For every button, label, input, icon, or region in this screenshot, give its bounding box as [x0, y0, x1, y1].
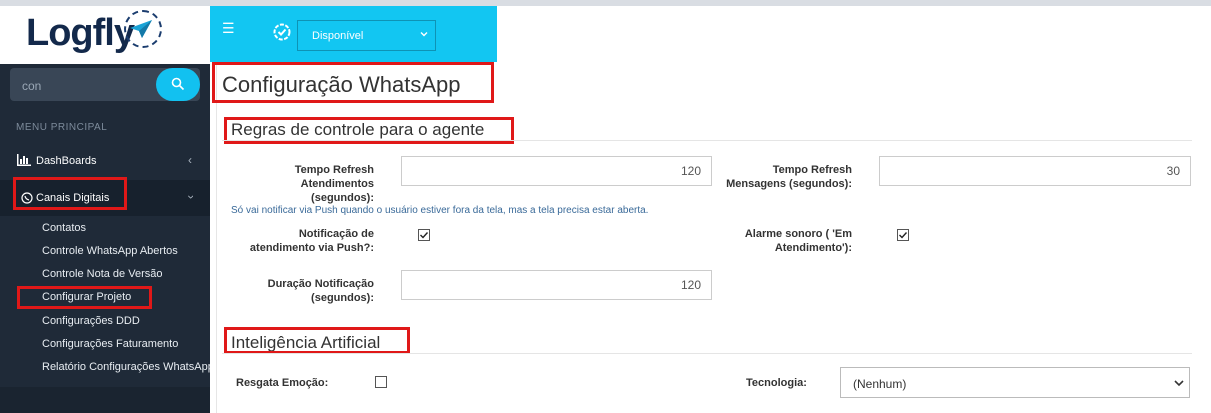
push-hint-text: Só vai notificar via Push quando o usuár…	[231, 205, 649, 216]
label-line: Tempo Refresh	[294, 164, 374, 176]
logo-area: Logfly	[0, 6, 210, 64]
paper-plane-icon	[130, 20, 152, 38]
logo: Logfly	[26, 12, 135, 54]
search-box	[10, 68, 200, 101]
sidebar-item-label: DashBoards	[36, 155, 97, 167]
label-line: (segundos):	[311, 292, 374, 304]
label-line: Atendimentos	[300, 178, 374, 190]
label-line: Tempo Refresh	[772, 164, 852, 176]
section-divider	[222, 353, 1192, 354]
duracao-notificacao-input[interactable]	[401, 270, 712, 300]
label-line: Duração Notificação	[267, 278, 374, 290]
chevron-down-icon	[1174, 380, 1184, 387]
alarme-sonoro-checkbox[interactable]	[897, 229, 909, 241]
resgata-emocao-label: Resgata Emoção:	[236, 377, 329, 389]
push-notification-label: Notificação de atendimento via Push?:	[230, 227, 374, 255]
refresh-mensagens-input[interactable]	[879, 156, 1191, 186]
submenu-item-configuracoes-ddd[interactable]: Configurações DDD	[42, 315, 140, 327]
sidebar-item-dashboards[interactable]: DashBoards ‹	[0, 143, 210, 179]
sidebar-bottom	[0, 387, 210, 413]
label-line: Alarme sonoro ( 'Em	[744, 228, 852, 240]
label-line: Atendimento'):	[774, 242, 852, 254]
status-select[interactable]: Disponível	[297, 20, 436, 51]
checkmark-icon	[420, 232, 429, 239]
resgata-emocao-checkbox[interactable]	[375, 376, 387, 388]
submenu-item-controle-nota[interactable]: Controle Nota de Versão	[42, 268, 162, 280]
refresh-atendimentos-label: Tempo Refresh Atendimentos (segundos):	[240, 163, 374, 205]
chevron-left-icon: ‹	[188, 153, 192, 167]
checkmark-icon	[899, 232, 908, 239]
search-button[interactable]	[156, 68, 200, 101]
menu-header: MENU PRINCIPAL	[16, 122, 108, 133]
hamburger-menu-icon[interactable]: ☰	[222, 20, 235, 37]
duracao-notificacao-label: Duração Notificação (segundos):	[230, 277, 374, 305]
highlight-box	[212, 62, 494, 103]
search-input[interactable]	[20, 76, 154, 96]
highlight-box	[224, 327, 410, 354]
chevron-down-icon: ‹	[183, 195, 197, 199]
submenu-item-contatos[interactable]: Contatos	[42, 222, 86, 234]
label-line: atendimento via Push?:	[249, 242, 374, 254]
chevron-down-icon	[420, 32, 428, 37]
search-icon	[171, 77, 185, 91]
highlight-box	[13, 177, 127, 210]
tecnologia-label: Tecnologia:	[746, 377, 807, 389]
refresh-mensagens-label: Tempo Refresh Mensagens (segundos):	[712, 163, 852, 191]
refresh-atendimentos-input[interactable]	[401, 156, 712, 186]
section-divider	[222, 140, 1192, 141]
submenu-item-relatorio[interactable]: Relatório Configurações WhatsApp	[42, 361, 210, 373]
alarme-sonoro-label: Alarme sonoro ( 'Em Atendimento'):	[712, 227, 852, 255]
submenu-item-configuracoes-faturamento[interactable]: Configurações Faturamento	[42, 338, 178, 350]
tecnologia-select[interactable]: (Nenhum)	[840, 367, 1190, 398]
top-header-bar: ☰ Disponível	[210, 6, 497, 62]
tecnologia-select-value: (Nenhum)	[853, 377, 907, 391]
status-select-value: Disponível	[312, 30, 364, 42]
bar-chart-icon	[17, 154, 31, 166]
label-line: Mensagens (segundos):	[726, 178, 852, 190]
push-notification-checkbox[interactable]	[418, 229, 430, 241]
label-line: (segundos):	[311, 192, 374, 204]
highlight-box	[17, 286, 152, 309]
status-check-icon	[273, 23, 291, 41]
submenu-item-controle-whatsapp[interactable]: Controle WhatsApp Abertos	[42, 245, 178, 257]
label-line: Notificação de	[298, 228, 374, 240]
